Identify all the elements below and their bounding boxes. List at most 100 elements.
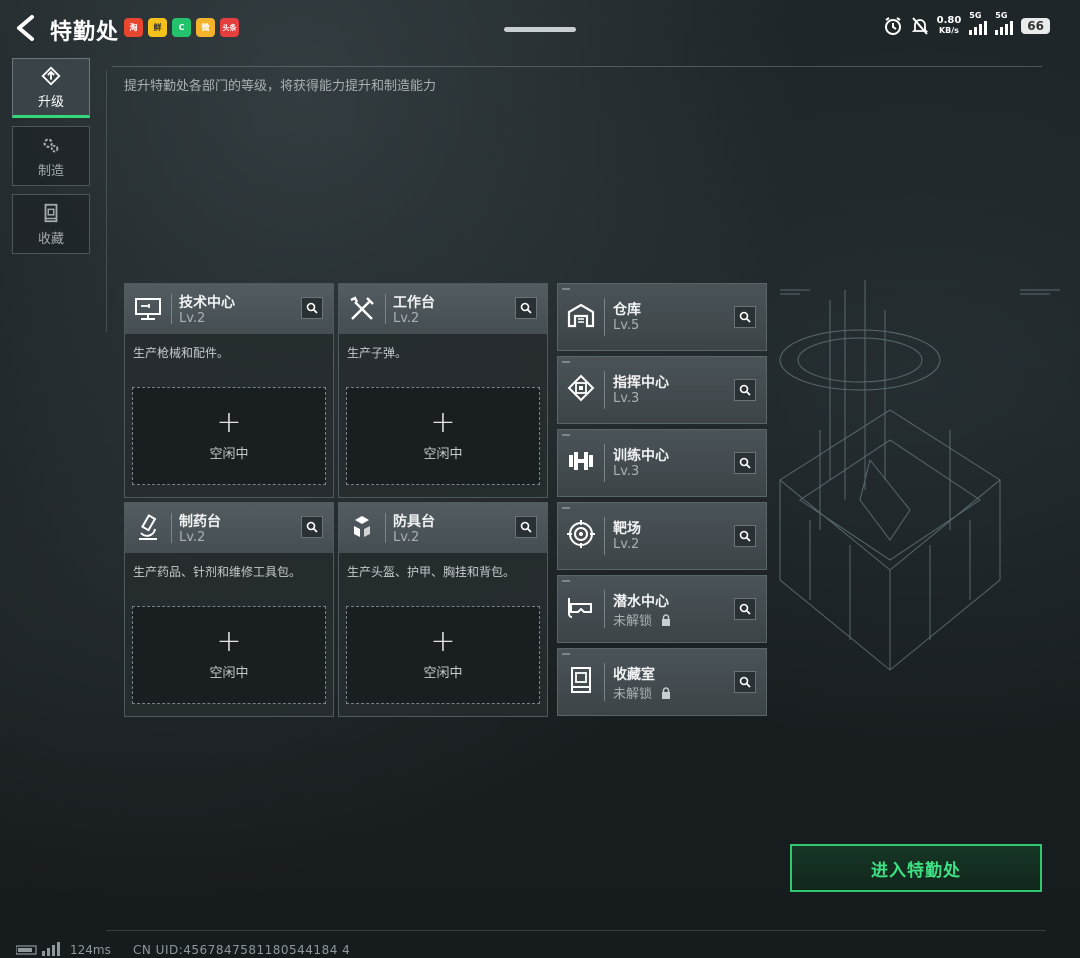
base-hologram-illustration (779, 280, 1060, 671)
inspect-button[interactable] (734, 525, 756, 547)
facility-collection-room[interactable]: 收藏室 未解锁 (557, 648, 767, 716)
page-title: 特勤处 (50, 20, 120, 45)
page-subtitle: 提升特勤处各部门的等级，将获得能力提升和制造能力 (124, 79, 437, 94)
inspect-button[interactable] (515, 297, 537, 319)
notification-app-icons: 淘 鲜 C 微 头条 (124, 18, 239, 37)
slot-status: 空闲中 (209, 665, 249, 681)
facility-training-center[interactable]: 训练中心 Lv.3 (557, 429, 767, 497)
card-level: Lv.2 (393, 311, 420, 326)
search-icon (739, 530, 751, 542)
production-card-workbench[interactable]: 工作台 Lv.2 生产子弹。 + 空闲中 (338, 283, 548, 498)
plus-icon: + (216, 404, 242, 440)
upgrade-icon (41, 65, 61, 86)
header-separator (604, 444, 605, 482)
production-card-pharmacy[interactable]: 制药台 Lv.2 生产药品、针剂和维修工具包。 + 空闲中 (124, 502, 334, 717)
facility-warehouse[interactable]: 仓库 Lv.5 (557, 283, 767, 351)
card-level: Lv.2 (179, 530, 206, 545)
facility-name: 训练中心 (613, 448, 669, 464)
back-arrow-icon[interactable] (14, 14, 38, 42)
facility-name: 潜水中心 (613, 594, 669, 610)
card-description: 生产头盔、护甲、胸挂和背包。 (347, 565, 516, 579)
search-icon (739, 384, 751, 396)
frame-line (106, 70, 107, 332)
facility-shooting-range[interactable]: 靶场 Lv.2 (557, 502, 767, 570)
search-icon (739, 603, 751, 615)
network-speed: 0.80 KB/s (937, 16, 962, 36)
facility-lock-status: 未解锁 (613, 614, 653, 629)
header-separator (171, 294, 172, 324)
card-description: 生产子弹。 (347, 346, 408, 360)
lock-icon (662, 614, 671, 626)
corner-mark (562, 361, 570, 363)
facility-level: Lv.3 (613, 391, 640, 406)
facility-level: Lv.3 (613, 464, 640, 479)
inspect-button[interactable] (301, 516, 323, 538)
diving-mask-icon (568, 598, 592, 618)
gesture-handle-bar[interactable] (504, 27, 576, 32)
card-title: 技术中心 (179, 295, 235, 311)
tab-collection[interactable]: 收藏 (12, 194, 90, 254)
slot-status: 空闲中 (423, 665, 463, 681)
inspect-button[interactable] (734, 598, 756, 620)
search-icon (306, 302, 318, 314)
armor-icon (354, 516, 370, 537)
network-speed-unit: KB/s (938, 26, 959, 35)
facility-level: 未解锁 (613, 610, 672, 629)
tab-manufacture[interactable]: 制造 (12, 126, 90, 186)
plus-icon: + (430, 623, 456, 659)
network-speed-value: 0.80 (936, 15, 962, 26)
header-separator (604, 298, 605, 336)
command-chip-icon (567, 374, 595, 402)
production-slot[interactable]: + 空闲中 (132, 387, 326, 485)
tab-upgrade[interactable]: 升级 (12, 58, 90, 118)
facility-name: 仓库 (613, 302, 641, 318)
production-slot[interactable]: + 空闲中 (346, 387, 540, 485)
dumbbell-icon (569, 452, 593, 470)
weibo-app-icon: 微 (196, 18, 215, 37)
search-icon (739, 311, 751, 323)
slot-status: 空闲中 (209, 446, 249, 462)
production-slot[interactable]: + 空闲中 (346, 606, 540, 704)
status-bar: 特勤处 淘 鲜 C 微 头条 0.80 KB/s 5G 5G 66 (0, 0, 1080, 58)
facility-name: 收藏室 (613, 667, 655, 683)
inspect-button[interactable] (515, 516, 537, 538)
card-description: 生产枪械和配件。 (133, 346, 230, 360)
inspect-button[interactable] (734, 452, 756, 474)
phone-app-icon: C (172, 18, 191, 37)
card-header: 制药台 Lv.2 (125, 503, 333, 553)
taste-app-icon: 鲜 (148, 18, 167, 37)
inspect-button[interactable] (734, 306, 756, 328)
facility-level: Lv.5 (613, 318, 640, 333)
signal-strength-icon-2: 5G (995, 11, 1014, 35)
facility-name: 指挥中心 (613, 375, 669, 391)
card-header: 防具台 Lv.2 (339, 503, 547, 553)
card-level: Lv.2 (179, 311, 206, 326)
header-separator (604, 371, 605, 409)
production-slot[interactable]: + 空闲中 (132, 606, 326, 704)
alarm-icon (884, 17, 901, 35)
inspect-button[interactable] (734, 671, 756, 693)
mute-bell-icon (911, 17, 928, 35)
facility-name: 靶场 (613, 521, 641, 537)
enter-special-ops-button[interactable]: 进入特勤处 (790, 844, 1042, 892)
card-level: Lv.2 (393, 530, 420, 545)
lock-icon (662, 687, 671, 699)
ping-readout: 124ms (70, 943, 111, 957)
inspect-button[interactable] (734, 379, 756, 401)
production-card-armor-bench[interactable]: 防具台 Lv.2 生产头盔、护甲、胸挂和背包。 + 空闲中 (338, 502, 548, 717)
card-header: 工作台 Lv.2 (339, 284, 547, 334)
user-uid: CN UID:4567847581180544184 4 (133, 943, 351, 957)
slot-status: 空闲中 (423, 446, 463, 462)
inspect-button[interactable] (301, 297, 323, 319)
header-separator (604, 517, 605, 555)
corner-mark (562, 288, 570, 290)
facility-lock-status: 未解锁 (613, 687, 653, 702)
facility-command-center[interactable]: 指挥中心 Lv.3 (557, 356, 767, 424)
header-separator (385, 513, 386, 543)
collection-room-icon (571, 667, 591, 693)
production-card-tech-center[interactable]: 技术中心 Lv.2 生产枪械和配件。 + 空闲中 (124, 283, 334, 498)
system-status-icons: 0.80 KB/s 5G 5G 66 (883, 11, 1050, 36)
facility-diving-center[interactable]: 潜水中心 未解锁 (557, 575, 767, 643)
connection-signal-icon (16, 942, 60, 956)
tab-manufacture-label: 制造 (37, 163, 64, 179)
